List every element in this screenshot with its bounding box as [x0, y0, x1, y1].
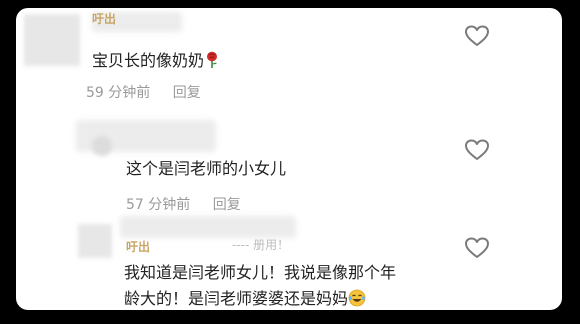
- comment-text-content: 宝贝长的像奶奶: [92, 51, 205, 70]
- comment-text: 我知道是闫老师女儿！我说是像那个年 龄大的！是闫老师婆婆还是妈妈: [124, 260, 396, 310]
- avatar[interactable]: [92, 136, 112, 156]
- rose-emoji-icon: [207, 51, 218, 68]
- like-heart-icon[interactable]: [464, 138, 490, 162]
- comment-text: 宝贝长的像奶奶: [92, 48, 220, 74]
- username-label[interactable]: 吁出: [126, 238, 150, 255]
- username-blurred: [120, 216, 296, 238]
- reply-button[interactable]: 回复: [213, 197, 241, 213]
- laughing-tears-emoji-icon: [348, 289, 366, 307]
- avatar[interactable]: [24, 14, 80, 66]
- comment-meta: 57 分钟前 回复: [126, 194, 241, 214]
- username-suffix: ---- 册用！: [232, 238, 290, 252]
- comments-panel: 吁出 宝贝长的像奶奶 59 分钟前 回复 这个是闫老师的小女儿 57 分钟前 回: [16, 8, 562, 310]
- comment-item: 这个是闫老师的小女儿 57 分钟前 回复: [16, 116, 562, 216]
- username-label[interactable]: 吁出: [92, 10, 116, 27]
- comment-text-line: 龄大的！是闫老师婆婆还是妈妈: [124, 289, 349, 308]
- avatar[interactable]: [78, 224, 112, 258]
- comment-item: 吁出 宝贝长的像奶奶 59 分钟前 回复: [16, 8, 562, 118]
- comment-text: 这个是闫老师的小女儿: [126, 156, 286, 182]
- comment-text-line: 我知道是闫老师女儿！我说是像那个年: [124, 263, 397, 282]
- comment-item: 吁出 ---- 册用！ 我知道是闫老师女儿！我说是像那个年 龄大的！是闫老师婆婆…: [16, 214, 562, 310]
- timestamp: 57 分钟前: [126, 197, 191, 213]
- timestamp: 59 分钟前: [86, 85, 151, 101]
- like-heart-icon[interactable]: [464, 236, 490, 260]
- reply-button[interactable]: 回复: [173, 85, 201, 101]
- comment-meta: 59 分钟前 回复: [86, 82, 201, 102]
- like-heart-icon[interactable]: [464, 24, 490, 48]
- comment-text-content: 这个是闫老师的小女儿: [126, 159, 287, 178]
